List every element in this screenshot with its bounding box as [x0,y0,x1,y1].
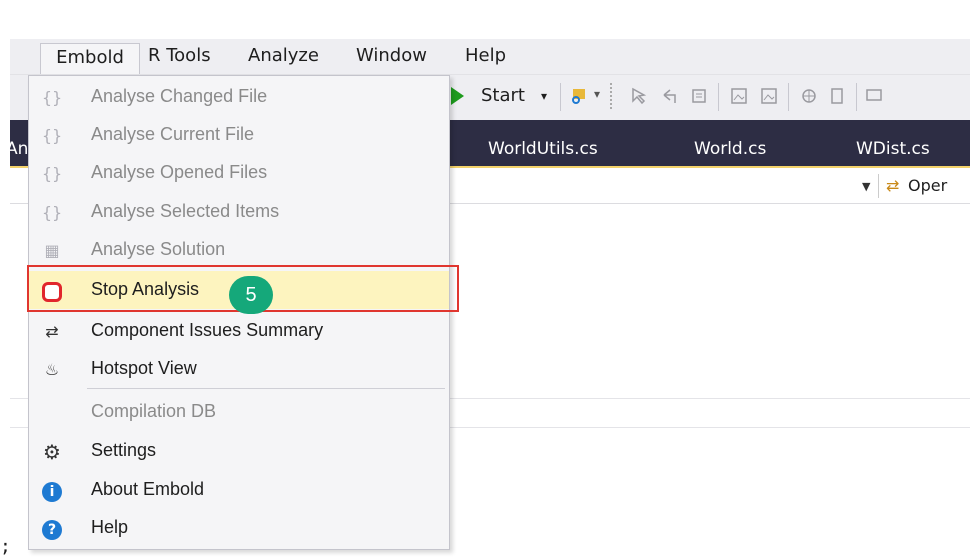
toolbar-separator [788,83,789,111]
comment-icon[interactable] [865,87,883,105]
start-button[interactable]: Start [481,85,525,106]
menu-item-label: Hotspot View [91,358,197,378]
menu-item-analyse-current-file[interactable]: {} Analyse Current File [29,116,449,154]
undo-icon[interactable] [660,87,678,105]
info-icon: i [41,480,63,502]
find-icon[interactable] [570,87,588,105]
toolbar-separator [718,83,719,111]
chevron-down-icon[interactable]: ▼ [862,180,870,193]
tab-partial[interactable]: An [6,120,28,166]
image-icon[interactable] [730,87,748,105]
braces-icon: {} [41,126,63,145]
menu-r-tools[interactable]: R Tools [148,45,211,71]
menu-item-label: Component Issues Summary [91,320,324,340]
braces-icon: {} [41,203,63,222]
menu-item-component-issues-summary[interactable]: ⇄ Component Issues Summary [29,312,449,350]
menu-item-label: Analyse Solution [91,239,226,259]
tab-wdist[interactable]: WDist.cs [856,120,930,166]
redo-icon[interactable] [690,87,708,105]
menu-item-label: Analyse Opened Files [91,162,268,182]
menu-item-settings[interactable]: ⚙ Settings [29,432,449,470]
solution-icon: ▦ [44,241,60,260]
menu-item-label: Analyse Changed File [91,86,268,106]
toolbar-grip [610,83,618,109]
image-icon[interactable] [760,87,778,105]
menu-item-analyse-opened-files[interactable]: {} Analyse Opened Files [29,154,449,192]
toolbar-separator [560,83,561,111]
menu-item-label: Analyse Selected Items [91,201,280,221]
menu-item-label: About Embold [91,479,205,499]
menu-item-label: Analyse Current File [91,124,255,144]
component-icon: ⇄ [45,322,59,341]
menu-item-analyse-selected-items[interactable]: {} Analyse Selected Items [29,193,449,231]
nav-label[interactable]: Oper [908,176,947,195]
document-icon[interactable] [828,87,846,105]
menu-help[interactable]: Help [465,45,506,71]
menu-separator [87,388,445,389]
cursor-icon[interactable] [630,87,648,105]
editor-text: ; [0,536,11,557]
menu-item-hotspot-view[interactable]: ♨ Hotspot View [29,350,449,388]
menu-bar: Embold R Tools Analyze Window Help [10,39,970,76]
nav-separator [878,174,879,198]
tab-world[interactable]: World.cs [694,120,766,166]
menu-item-help[interactable]: ? Help [29,509,449,547]
menu-window[interactable]: Window [356,45,427,71]
menu-item-label: Compilation DB [91,401,217,421]
menu-item-about-embold[interactable]: i About Embold [29,471,449,509]
component-icon: ⇄ [886,176,900,195]
chevron-down-icon[interactable]: ▾ [541,89,547,103]
tab-worldutils[interactable]: WorldUtils.cs [488,120,598,166]
play-icon[interactable] [451,87,464,105]
toolbar-separator [856,83,857,111]
menu-embold[interactable]: Embold [40,43,140,76]
menu-item-label: Help [91,517,129,537]
flame-icon: ♨ [44,360,60,379]
help-icon: ? [41,518,63,540]
menu-item-analyse-changed-file[interactable]: {} Analyse Changed File [29,78,449,116]
step-badge: 5 [229,276,273,314]
braces-icon: {} [41,164,63,183]
braces-icon: {} [41,88,63,107]
gear-icon: ⚙ [43,440,61,464]
menu-analyze[interactable]: Analyze [248,45,319,71]
embold-dropdown-menu: {} Analyse Changed File {} Analyse Curre… [28,75,450,550]
menu-item-compilation-db[interactable]: Compilation DB [29,393,449,431]
menu-item-analyse-solution[interactable]: ▦ Analyse Solution [29,231,449,269]
menu-item-label: Settings [91,440,157,460]
globe-icon[interactable] [800,87,818,105]
